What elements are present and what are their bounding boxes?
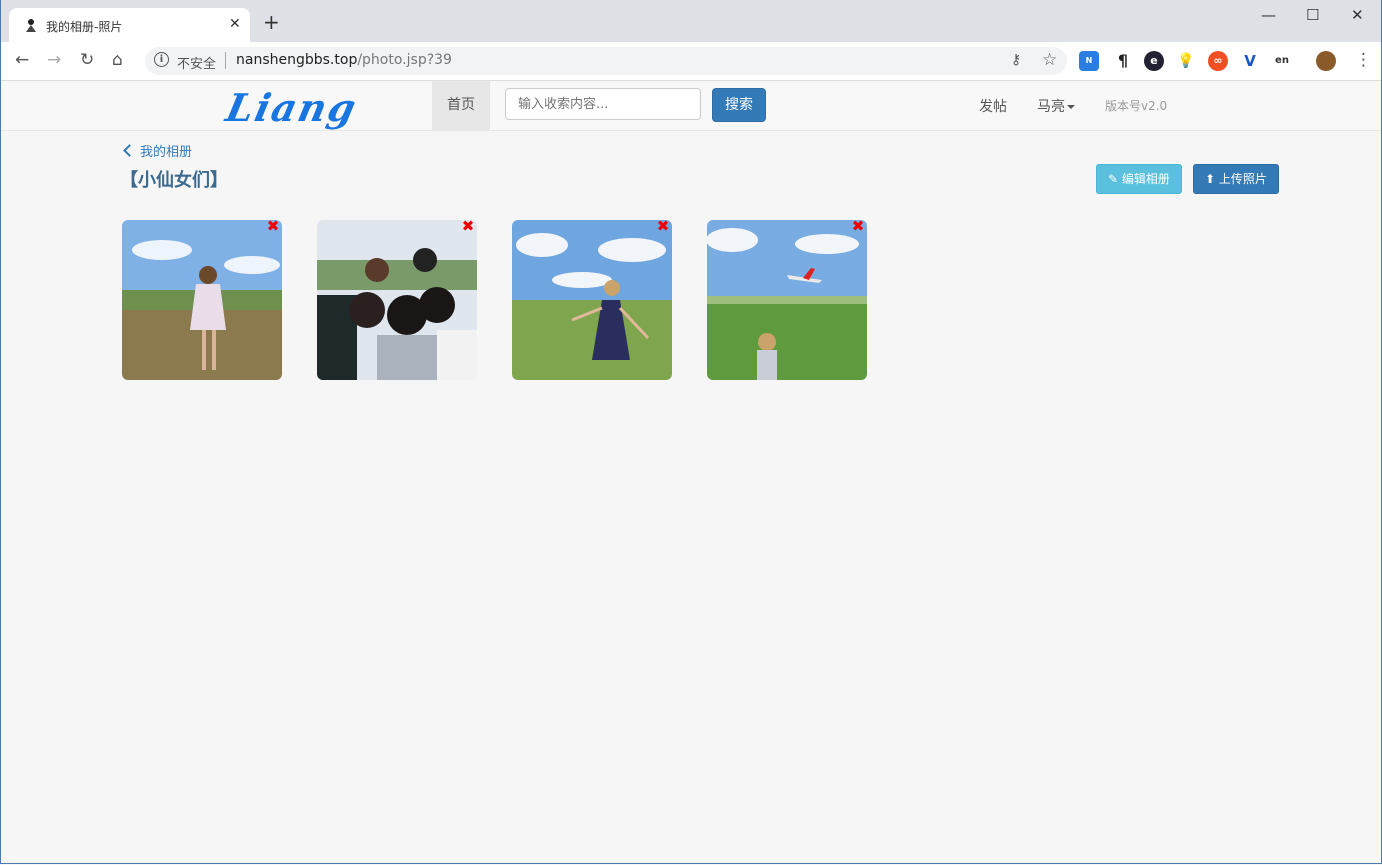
menu-dots-icon[interactable]: ⋮ xyxy=(1355,50,1372,70)
info-icon[interactable]: i xyxy=(154,52,169,67)
version-label: 版本号v2.0 xyxy=(1105,99,1168,113)
extension-e-icon[interactable]: e xyxy=(1144,51,1164,71)
url-host: nanshengbbs.top xyxy=(236,52,358,68)
edit-album-label: 编辑相册 xyxy=(1121,172,1170,186)
delete-x-icon[interactable]: ✖ xyxy=(461,219,475,234)
extension-translate-icon[interactable]: en xyxy=(1272,51,1292,71)
url-path: /photo.jsp?39 xyxy=(357,52,452,68)
photo-image xyxy=(317,220,477,380)
tab-close-icon[interactable]: ✕ xyxy=(229,16,241,32)
address-bar[interactable]: i 不安全 nanshengbbs.top/photo.jsp?39 ⚷ ☆ xyxy=(145,47,1067,75)
back-link-label: 我的相册 xyxy=(140,145,193,160)
edit-album-button[interactable]: ✎ 编辑相册 xyxy=(1096,164,1182,194)
site-logo[interactable]: Liang xyxy=(222,85,362,130)
close-window-button[interactable]: ✕ xyxy=(1351,6,1364,24)
nav-home-link[interactable]: 首页 xyxy=(432,81,490,130)
user-name: 马亮 xyxy=(1037,99,1065,115)
album-title: 【小仙女们】 xyxy=(120,170,228,191)
site-favicon-icon xyxy=(26,19,36,32)
photo-image xyxy=(707,220,867,380)
site-navbar: Liang 首页 搜索 发帖 马亮 版本号v2.0 xyxy=(1,81,1381,131)
profile-avatar[interactable] xyxy=(1316,51,1336,71)
extension-v-icon[interactable]: V xyxy=(1240,51,1260,71)
browser-tab[interactable]: 我的相册-照片 ✕ xyxy=(9,8,250,42)
caret-down-icon xyxy=(1067,105,1075,109)
nav-post-link[interactable]: 发帖 xyxy=(979,96,1007,116)
photo-thumbnail[interactable] xyxy=(317,220,477,380)
photo-thumbnail[interactable] xyxy=(512,220,672,380)
nav-user-dropdown[interactable]: 马亮 xyxy=(1037,96,1075,116)
extension-new-icon[interactable]: N xyxy=(1079,51,1099,71)
delete-x-icon[interactable]: ✖ xyxy=(656,219,670,234)
back-to-albums-link[interactable]: 我的相册 xyxy=(122,141,192,160)
extension-infinity-icon[interactable]: ∞ xyxy=(1208,51,1228,71)
photo-thumbnail[interactable] xyxy=(122,220,282,380)
forward-arrow-icon[interactable]: → xyxy=(47,50,61,70)
extension-pilcrow-icon[interactable]: ¶ xyxy=(1113,51,1133,71)
upload-arrow-icon: ⬆ xyxy=(1205,172,1219,186)
photo-image xyxy=(512,220,672,380)
bookmark-star-icon[interactable]: ☆ xyxy=(1042,50,1057,70)
upload-photo-button[interactable]: ⬆ 上传照片 xyxy=(1193,164,1279,194)
extension-bulb-icon[interactable]: 💡 xyxy=(1176,51,1196,71)
search-input[interactable] xyxy=(505,88,701,120)
upload-photo-label: 上传照片 xyxy=(1218,172,1267,186)
delete-x-icon[interactable]: ✖ xyxy=(266,219,280,234)
chevron-left-icon xyxy=(123,144,136,157)
home-icon[interactable]: ⌂ xyxy=(112,50,123,70)
url-text[interactable]: nanshengbbs.top/photo.jsp?39 xyxy=(236,52,452,68)
delete-x-icon[interactable]: ✖ xyxy=(851,219,865,234)
minimize-button[interactable]: — xyxy=(1261,6,1276,24)
key-icon[interactable]: ⚷ xyxy=(1011,52,1021,68)
address-separator xyxy=(225,52,226,69)
photo-image xyxy=(122,220,282,380)
back-arrow-icon[interactable]: ← xyxy=(15,50,29,70)
maximize-button[interactable]: ☐ xyxy=(1306,6,1319,24)
reload-icon[interactable]: ↻ xyxy=(80,50,94,70)
insecure-label: 不安全 xyxy=(177,57,217,72)
tab-strip: 我的相册-照片 ✕ + — ☐ ✕ xyxy=(1,0,1381,42)
browser-toolbar: ← → ↻ ⌂ i 不安全 nanshengbbs.top/photo.jsp?… xyxy=(1,42,1381,81)
photo-thumbnail[interactable] xyxy=(707,220,867,380)
new-tab-button[interactable]: + xyxy=(263,12,280,32)
pencil-icon: ✎ xyxy=(1108,172,1122,186)
search-button[interactable]: 搜索 xyxy=(712,88,766,122)
tab-title: 我的相册-照片 xyxy=(46,20,123,34)
